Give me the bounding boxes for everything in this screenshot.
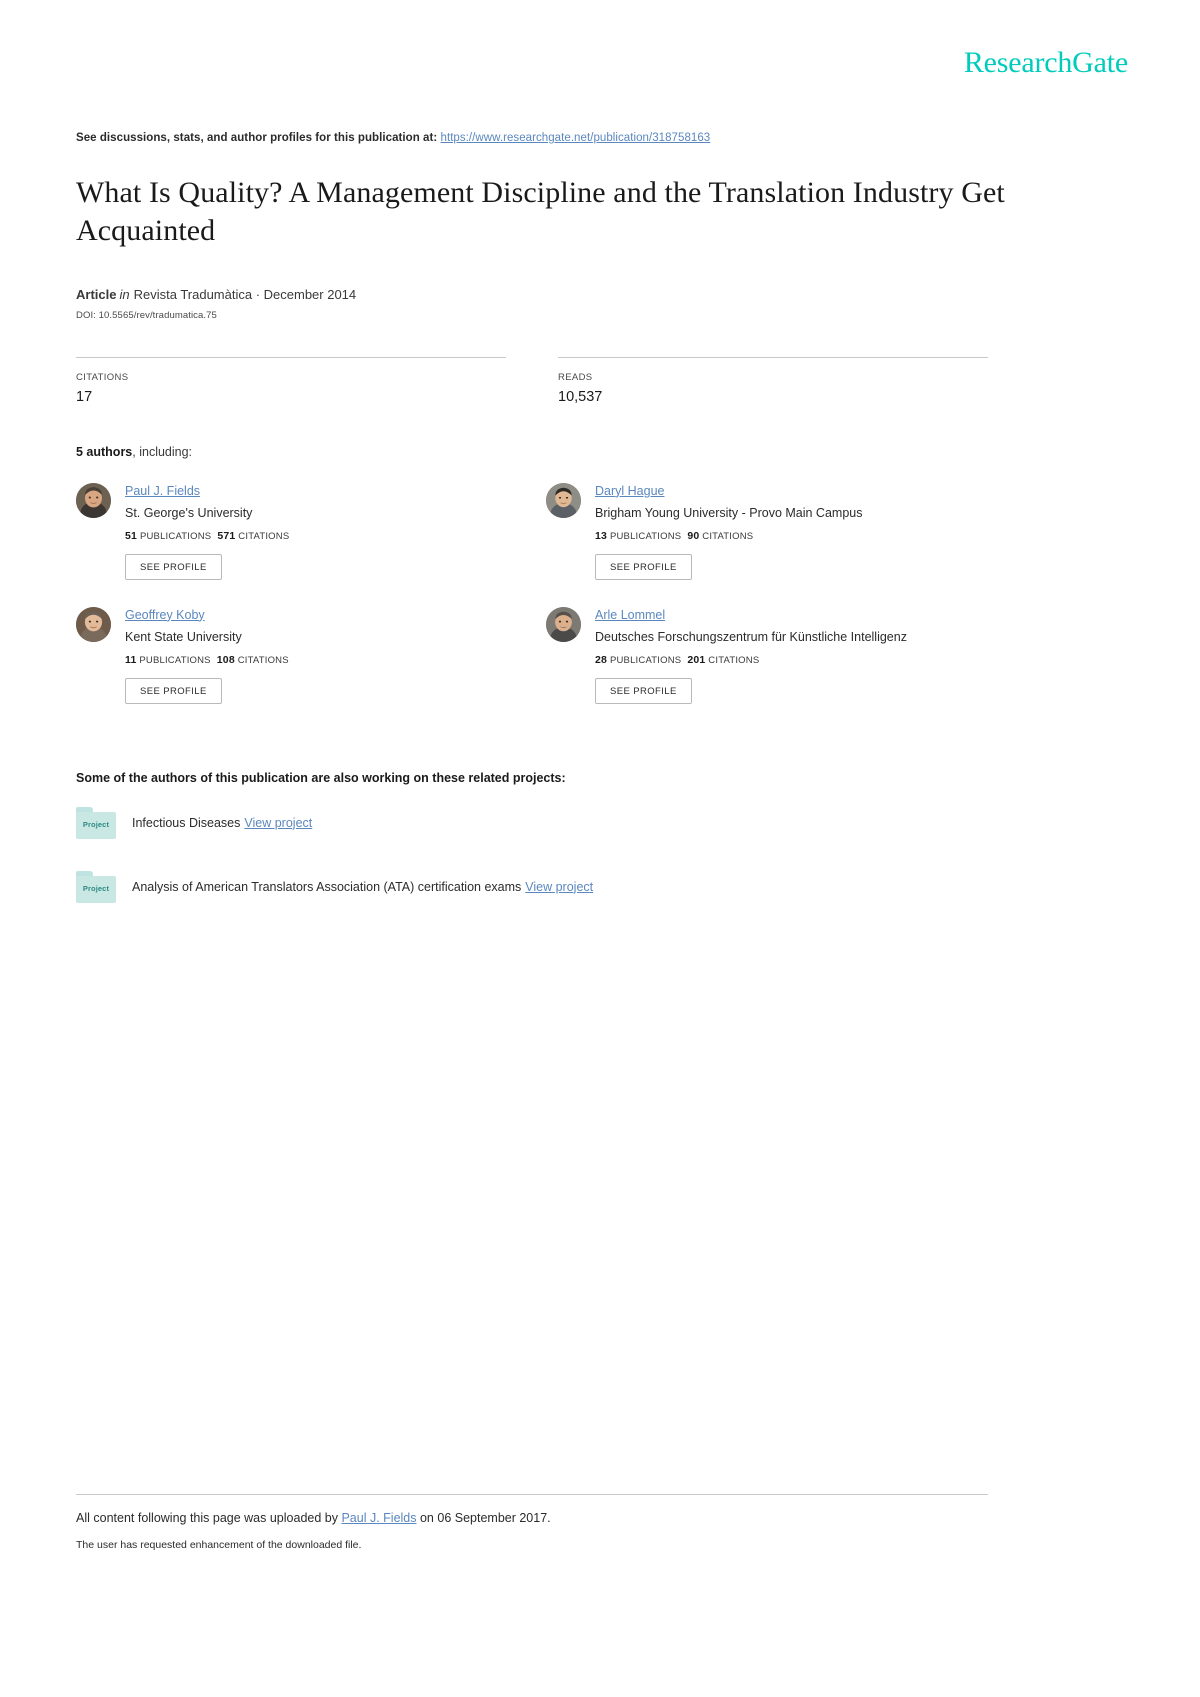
see-profile-button[interactable]: SEE PROFILE bbox=[125, 677, 222, 704]
citations-stat: CITATIONS 17 bbox=[76, 356, 506, 405]
authors-count: 5 authors bbox=[76, 444, 133, 459]
see-profile-button[interactable]: SEE PROFILE bbox=[595, 677, 692, 704]
project-text: Infectious Diseases View project bbox=[132, 816, 312, 830]
publication-url-link[interactable]: https://www.researchgate.net/publication… bbox=[441, 132, 711, 144]
author-affiliation: Brigham Young University - Provo Main Ca… bbox=[595, 505, 863, 520]
view-project-link[interactable]: View project bbox=[525, 880, 593, 894]
author-citations-count: 201 bbox=[687, 653, 706, 666]
authors-heading: 5 authors, including: bbox=[76, 445, 1128, 459]
discussion-line: See discussions, stats, and author profi… bbox=[76, 132, 1128, 144]
article-doi: DOI: 10.5565/rev/tradumatica.75 bbox=[76, 309, 217, 321]
author-citations-count: 571 bbox=[217, 529, 236, 542]
author-publications-label: PUBLICATIONS bbox=[609, 530, 682, 542]
author-name-link[interactable]: Geoffrey Koby bbox=[125, 608, 205, 622]
author-name-link[interactable]: Paul J. Fields bbox=[125, 484, 200, 498]
author-card: Paul J. Fields St. George's University 5… bbox=[76, 481, 546, 580]
upload-suffix-text: on 06 September 2017. bbox=[419, 1511, 551, 1525]
reads-stat: READS 10,537 bbox=[558, 356, 988, 405]
publication-cover-page: ResearchGate See discussions, stats, and… bbox=[0, 0, 1200, 1697]
author-affiliation: Kent State University bbox=[125, 629, 242, 644]
page-content: See discussions, stats, and author profi… bbox=[76, 0, 1128, 903]
upload-notice: All content following this page was uplo… bbox=[76, 1511, 1128, 1525]
projects-heading: Some of the authors of this publication … bbox=[76, 770, 566, 785]
authors-grid: Paul J. Fields St. George's University 5… bbox=[76, 481, 1016, 729]
article-meta: Article in Revista Tradumàtica · December … bbox=[76, 287, 1128, 302]
article-in-label: in bbox=[119, 286, 130, 302]
author-body: Daryl Hague Brigham Young University - P… bbox=[595, 481, 862, 580]
author-citations-label: CITATIONS bbox=[237, 654, 289, 666]
author-publications-count: 13 bbox=[595, 529, 608, 542]
citations-divider bbox=[76, 356, 506, 358]
authors-including-text: , including: bbox=[132, 444, 193, 459]
author-citations-count: 90 bbox=[687, 529, 700, 542]
avatar bbox=[546, 606, 581, 642]
author-stats: 51 PUBLICATIONS 571 CITATIONS bbox=[125, 530, 289, 542]
upload-prefix-text: All content following this page was uplo… bbox=[76, 1511, 338, 1525]
author-body: Paul J. Fields St. George's University 5… bbox=[125, 481, 289, 580]
author-stats: 13 PUBLICATIONS 90 CITATIONS bbox=[595, 530, 862, 542]
footer-divider bbox=[76, 1494, 988, 1495]
citations-value: 17 bbox=[76, 388, 93, 405]
see-profile-button[interactable]: SEE PROFILE bbox=[125, 553, 222, 580]
author-card: Daryl Hague Brigham Young University - P… bbox=[546, 481, 1016, 580]
enhancement-note: The user has requested enhancement of th… bbox=[76, 1539, 362, 1551]
author-citations-label: CITATIONS bbox=[708, 654, 760, 666]
project-row: Project Infectious Diseases View project bbox=[76, 806, 1128, 839]
article-venue: Revista Tradumàtica · December 2014 bbox=[133, 286, 357, 302]
stats-row: CITATIONS 17 READS 10,537 bbox=[76, 356, 988, 405]
author-body: Geoffrey Koby Kent State University 11 P… bbox=[125, 605, 289, 704]
author-publications-count: 11 bbox=[125, 653, 137, 666]
avatar bbox=[76, 606, 111, 642]
author-stats: 11 PUBLICATIONS 108 CITATIONS bbox=[125, 654, 289, 666]
author-name-link[interactable]: Arle Lommel bbox=[595, 608, 665, 622]
reads-label: READS bbox=[558, 371, 593, 383]
author-card: Geoffrey Koby Kent State University 11 P… bbox=[76, 605, 546, 704]
project-title: Analysis of American Translators Associa… bbox=[132, 879, 522, 894]
citations-label: CITATIONS bbox=[76, 371, 129, 383]
article-type-label: Article bbox=[76, 286, 117, 302]
project-folder-icon: Project bbox=[76, 870, 116, 903]
author-card: Arle Lommel Deutsches Forschungszentrum … bbox=[546, 605, 1016, 704]
project-folder-icon: Project bbox=[76, 806, 116, 839]
author-citations-label: CITATIONS bbox=[238, 530, 290, 542]
see-profile-button[interactable]: SEE PROFILE bbox=[595, 553, 692, 580]
project-row: Project Analysis of American Translators… bbox=[76, 870, 1128, 903]
author-affiliation: Deutsches Forschungszentrum für Künstlic… bbox=[595, 629, 907, 644]
uploader-link[interactable]: Paul J. Fields bbox=[341, 1511, 416, 1525]
author-citations-label: CITATIONS bbox=[702, 530, 754, 542]
author-publications-count: 28 bbox=[595, 653, 608, 666]
avatar bbox=[546, 482, 581, 518]
project-text: Analysis of American Translators Associa… bbox=[132, 880, 593, 894]
project-title: Infectious Diseases bbox=[132, 815, 241, 830]
author-citations-count: 108 bbox=[216, 653, 235, 666]
author-body: Arle Lommel Deutsches Forschungszentrum … bbox=[595, 605, 907, 704]
discussion-prefix-text: See discussions, stats, and author profi… bbox=[76, 132, 438, 144]
author-stats: 28 PUBLICATIONS 201 CITATIONS bbox=[595, 654, 907, 666]
page-title: What Is Quality? A Management Discipline… bbox=[76, 176, 1005, 248]
author-publications-label: PUBLICATIONS bbox=[139, 530, 212, 542]
project-folder-label: Project bbox=[82, 819, 110, 829]
author-publications-count: 51 bbox=[125, 529, 138, 542]
avatar bbox=[76, 482, 111, 518]
project-folder-label: Project bbox=[82, 883, 110, 893]
author-affiliation: St. George's University bbox=[125, 505, 253, 520]
reads-value: 10,537 bbox=[558, 388, 603, 405]
view-project-link[interactable]: View project bbox=[244, 816, 312, 830]
footer: All content following this page was uplo… bbox=[76, 1494, 1128, 1551]
author-name-link[interactable]: Daryl Hague bbox=[595, 484, 664, 498]
author-publications-label: PUBLICATIONS bbox=[139, 654, 211, 666]
reads-divider bbox=[558, 356, 988, 358]
author-publications-label: PUBLICATIONS bbox=[609, 654, 682, 666]
